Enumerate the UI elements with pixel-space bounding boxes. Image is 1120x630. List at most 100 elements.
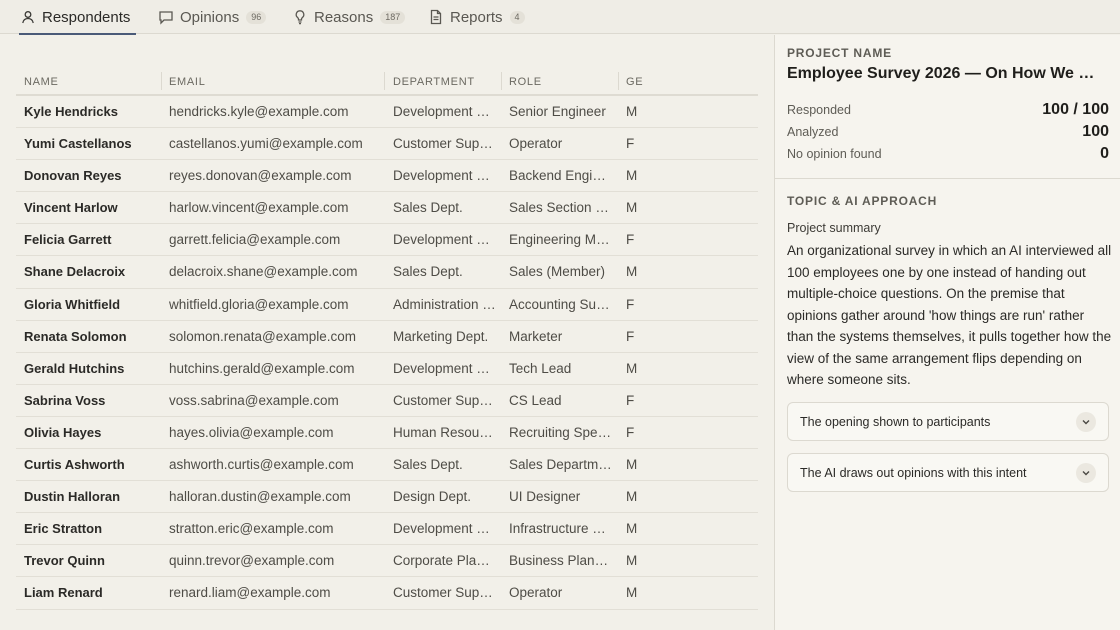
respondent-gender: F (626, 424, 635, 440)
table-row[interactable]: Curtis Ashworth ashworth.curtis@example.c… (16, 449, 758, 482)
respondent-department: Administration Dept. (393, 296, 496, 312)
respondent-gender: M (626, 457, 638, 473)
table-row[interactable]: Renata Solomon solomon.renata@example.com… (16, 321, 758, 353)
stat-analyzed: Analyzed 100 (787, 122, 1109, 142)
respondent-gender: F (626, 328, 635, 344)
tab-opinions[interactable]: Opinions 96 (158, 0, 267, 34)
project-name-label: PROJECT NAME (787, 46, 892, 60)
chevron-down-icon[interactable] (1076, 411, 1096, 432)
respondent-department: Design Dept. (393, 489, 472, 505)
respondent-gender: F (626, 136, 635, 152)
respondent-email: voss.sabrina@example.com (169, 392, 339, 408)
tab-respondents[interactable]: Respondents (18, 0, 137, 35)
table-row[interactable]: Eric Stratton stratton.eric@example.com De… (16, 513, 758, 546)
table-row[interactable]: Felicia Garrett garrett.felicia@example.c… (16, 224, 758, 257)
project-details-panel: PROJECT NAME Employee Survey 2026 — On H… (774, 35, 1120, 630)
column-divider[interactable] (161, 72, 162, 90)
column-divider[interactable] (618, 72, 619, 90)
respondent-department: Corporate Planning (393, 553, 496, 569)
table-row[interactable]: Kyle Hendricks hendricks.kyle@example.com… (16, 96, 758, 129)
respondent-gender: M (626, 489, 638, 505)
column-divider[interactable] (384, 72, 385, 90)
accordion-opening[interactable]: The opening shown to participants (787, 402, 1109, 441)
respondent-department: Development Dept. (393, 521, 496, 537)
respondent-email: delacroix.shane@example.com (169, 264, 358, 280)
table-row[interactable]: Dustin Halloran halloran.dustin@example.c… (16, 481, 758, 514)
project-title: Employee Survey 2026 — On How We Work To… (787, 65, 1107, 82)
respondent-name: Dustin Halloran (24, 489, 121, 505)
respondent-email: harlow.vincent@example.com (169, 200, 349, 216)
respondent-role: UI Designer (509, 489, 581, 505)
respondent-department: Development Dept. (393, 360, 496, 376)
count-badge: 96 (246, 10, 267, 24)
respondent-email: hendricks.kyle@example.com (169, 104, 349, 119)
respondent-department: Customer Support (393, 392, 496, 408)
respondent-department: Sales Dept. (393, 457, 463, 473)
respondent-role: Sales Department Head (509, 457, 612, 473)
column-divider[interactable] (501, 72, 502, 90)
respondent-role: Marketer (509, 328, 563, 344)
respondent-department: Customer Support (393, 585, 496, 601)
respondent-email: garrett.felicia@example.com (169, 232, 341, 248)
table-row[interactable]: Donovan Reyes reyes.donovan@example.com De… (16, 160, 758, 193)
respondent-department: Sales Dept. (393, 264, 463, 280)
respondent-name: Olivia Hayes (24, 424, 102, 440)
accordion-label: The AI draws out opinions with this inte… (800, 465, 1027, 480)
respondent-department: Human Resources (393, 424, 496, 440)
summary-label: Project summary (787, 221, 881, 235)
respondent-email: renard.liam@example.com (169, 585, 331, 601)
respondent-email: solomon.renata@example.com (169, 328, 357, 344)
count-badge: 187 (380, 10, 406, 24)
column-header-name[interactable]: NAME (24, 74, 59, 90)
tab-reasons[interactable]: Reasons 187 (292, 0, 406, 34)
chevron-down-icon[interactable] (1076, 462, 1096, 483)
column-header-department[interactable]: DEPARTMENT (393, 74, 475, 90)
user-icon (20, 9, 36, 25)
table-body: Kyle Hendricks hendricks.kyle@example.com… (16, 96, 758, 610)
respondent-role: Engineering Manager (509, 232, 612, 248)
tab-label: Reports (450, 8, 503, 26)
respondent-role: Infrastructure Engineer (509, 521, 612, 537)
table-row[interactable]: Shane Delacroix delacroix.shane@example.c… (16, 256, 758, 289)
respondent-gender: F (626, 232, 635, 248)
respondent-name: Yumi Castellanos (24, 136, 132, 152)
respondent-name: Eric Stratton (24, 521, 103, 537)
tab-bar: Respondents Opinions 96 Reasons 187 Repo… (0, 0, 1120, 35)
column-header-gender[interactable]: GE (626, 74, 643, 90)
respondent-name: Renata Solomon (24, 328, 127, 344)
respondent-department: Customer Support (393, 136, 496, 152)
table-row[interactable]: Yumi Castellanos castellanos.yumi@example… (16, 128, 758, 161)
respondent-department: Development Dept. (393, 232, 496, 248)
table-row[interactable]: Vincent Harlow harlow.vincent@example.com… (16, 192, 758, 225)
project-summary: An organizational survey in which an AI … (787, 243, 1112, 387)
lightbulb-icon (292, 9, 308, 25)
respondent-role: Senior Engineer (509, 104, 606, 119)
column-header-role[interactable]: ROLE (509, 74, 542, 90)
table-row[interactable]: Gerald Hutchins hutchins.gerald@example.c… (16, 353, 758, 385)
respondent-name: Gloria Whitfield (24, 296, 121, 312)
table-row[interactable]: Gloria Whitfield whitfield.gloria@example… (16, 289, 758, 321)
accordion-label: The opening shown to participants (800, 414, 991, 429)
accordion-ai-intent[interactable]: The AI draws out opinions with this inte… (787, 453, 1109, 492)
stat-key: Analyzed (787, 125, 839, 139)
respondent-name: Felicia Garrett (24, 232, 112, 248)
respondent-name: Liam Renard (24, 585, 103, 601)
tab-reports[interactable]: Reports 4 (428, 0, 525, 34)
respondents-panel: NAME EMAIL DEPARTMENT ROLE GE Kyle Hendr… (0, 35, 775, 630)
table-row[interactable]: Olivia Hayes hayes.olivia@example.com Huma… (16, 417, 758, 450)
topic-section-label: TOPIC & AI APPROACH (787, 194, 938, 208)
respondent-gender: M (626, 264, 638, 280)
respondent-role: Tech Lead (509, 360, 572, 376)
table-row[interactable]: Sabrina Voss voss.sabrina@example.com Cust… (16, 385, 758, 417)
stat-value: 0 (1100, 145, 1109, 162)
respondent-role: Operator (509, 136, 563, 152)
respondent-gender: M (626, 200, 638, 216)
respondent-email: quinn.trevor@example.com (169, 553, 335, 569)
chat-bubble-icon (158, 9, 174, 25)
table-row[interactable]: Trevor Quinn quinn.trevor@example.com Corp… (16, 545, 758, 578)
table-header: NAME EMAIL DEPARTMENT ROLE GE (16, 67, 758, 96)
table-row[interactable]: Liam Renard renard.liam@example.com Custom… (16, 577, 758, 610)
respondent-role: Accounting Supervisor (509, 296, 612, 312)
tab-label: Opinions (180, 8, 240, 26)
column-header-email[interactable]: EMAIL (169, 74, 206, 90)
